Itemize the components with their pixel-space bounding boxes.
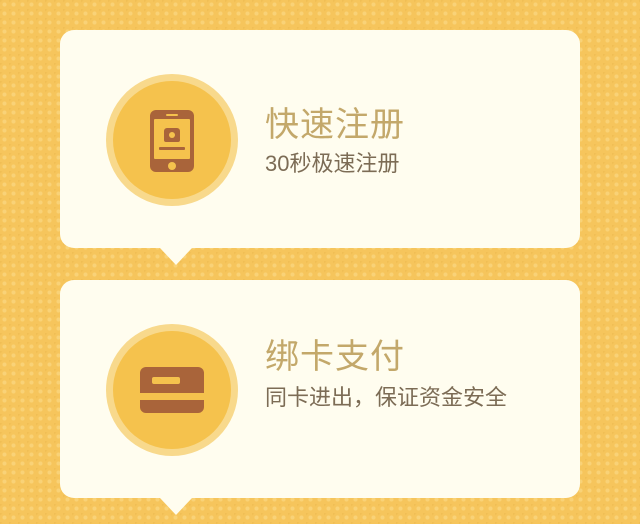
feature-card-quick-register: 快速注册 30秒极速注册 (60, 30, 580, 265)
feature-card-bind-card-pay: 绑卡支付 同卡进出，保证资金安全 (60, 280, 580, 515)
logo-emblem-icon (164, 128, 180, 142)
mobile-phone-icon (150, 110, 194, 172)
feature-subtitle: 30秒极速注册 (265, 151, 400, 176)
feature-title: 快速注册 (265, 106, 405, 144)
bank-card-icon (140, 367, 204, 413)
icon-badge (106, 324, 238, 456)
speech-bubble-pointer (160, 248, 192, 265)
feature-title: 绑卡支付 (265, 338, 405, 376)
speech-bubble-pointer (160, 498, 192, 515)
feature-subtitle: 同卡进出，保证资金安全 (265, 385, 508, 410)
icon-badge (106, 74, 238, 206)
